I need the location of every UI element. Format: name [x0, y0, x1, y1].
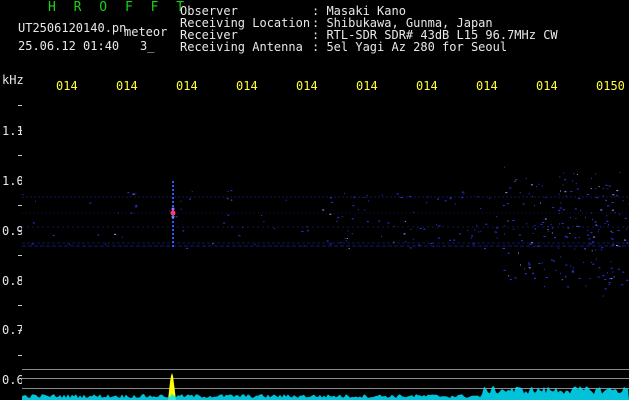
- spectrogram: [22, 95, 629, 400]
- time-tick: 014: [296, 79, 318, 93]
- reference-line: [22, 369, 629, 370]
- time-tick: 014: [116, 79, 138, 93]
- time-tick: 0150: [596, 79, 625, 93]
- time-tick: 014: [176, 79, 198, 93]
- value-antenna: : 5el Yagi Az 280 for Seoul: [312, 40, 508, 54]
- time-tick: 014: [236, 79, 258, 93]
- time-tick: 014: [416, 79, 438, 93]
- freq-tick: 0.9: [2, 224, 24, 238]
- reference-line: [22, 378, 629, 379]
- time-tick: 014: [56, 79, 78, 93]
- time-tick: 014: [476, 79, 498, 93]
- station-title: H R O F F T: [48, 0, 190, 15]
- filename-label: UT2506120140.pn: [18, 21, 127, 35]
- detection-type: meteor: [124, 25, 168, 39]
- count-label: 3_: [140, 39, 155, 53]
- axis-unit: kHz: [2, 73, 24, 87]
- freq-tick: 0.6: [2, 373, 24, 387]
- datetime-label: 25.06.12 01:40: [18, 39, 120, 53]
- noise-floor: [22, 386, 629, 400]
- label-antenna: Receiving Antenna: [180, 40, 303, 54]
- hrofft-screen: H R O F F T UT2506120140.pn meteor 25.06…: [0, 0, 629, 400]
- freq-tick: 1.1: [2, 124, 24, 138]
- freq-tick: 1.0: [2, 174, 24, 188]
- time-tick: 014: [356, 79, 378, 93]
- freq-tick: 0.8: [2, 274, 24, 288]
- time-tick: 014: [536, 79, 558, 93]
